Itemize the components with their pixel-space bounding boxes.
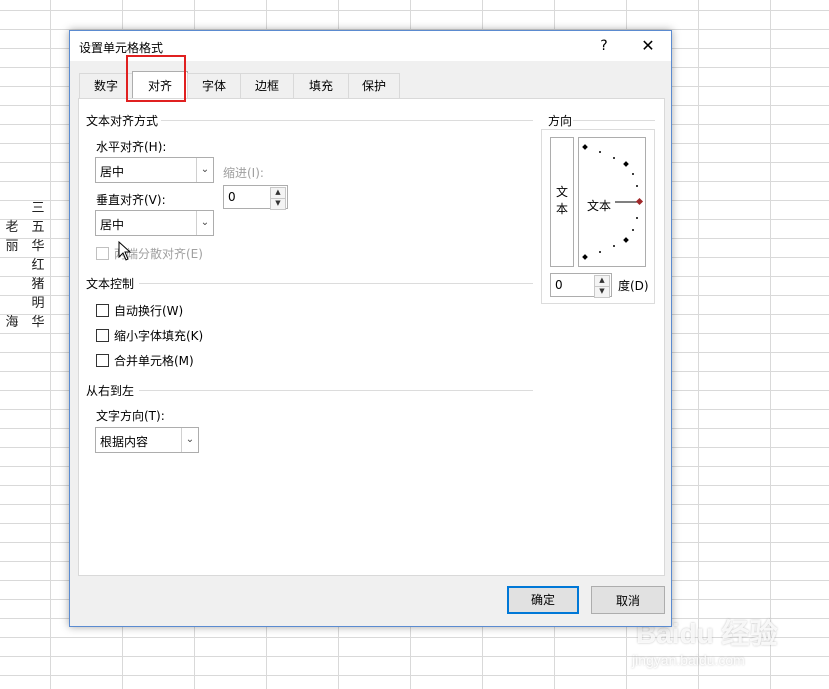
- rtl-group-label: 从右到左: [86, 384, 135, 398]
- tab-border[interactable]: 边框: [240, 73, 294, 98]
- sheet-col-a-cell[interactable]: [4, 256, 20, 275]
- spin-down-icon[interactable]: ▼: [594, 286, 610, 298]
- degree-spinner[interactable]: 0 ▲ ▼: [550, 273, 612, 298]
- group-divider: [573, 120, 655, 121]
- sheet-col-b-cell[interactable]: 三: [30, 199, 46, 218]
- text-direction-value: 根据内容: [100, 435, 149, 449]
- chevron-down-icon: ⌄: [196, 211, 213, 235]
- highlight-annotation: [126, 55, 186, 102]
- indent-spinner[interactable]: 0 ▲ ▼: [223, 185, 288, 210]
- sheet-col-b-cell[interactable]: 红: [30, 256, 46, 275]
- merge-cells-label: 合并单元格(M): [114, 354, 194, 368]
- distributed-checkbox[interactable]: [96, 247, 109, 260]
- text-alignment-group-label: 文本对齐方式: [86, 114, 159, 128]
- sheet-col-b-cell[interactable]: 明: [30, 294, 46, 313]
- degree-value: 0: [555, 278, 563, 292]
- chevron-down-icon: ⌄: [181, 428, 198, 452]
- vertical-align-value: 居中: [100, 218, 125, 232]
- tab-number[interactable]: 数字: [79, 73, 133, 98]
- sheet-col-b-cell[interactable]: 五: [30, 218, 46, 237]
- group-divider: [139, 283, 533, 284]
- degree-label: 度(D): [618, 279, 649, 293]
- shrink-to-fit-checkbox[interactable]: [96, 329, 109, 342]
- wrap-text-checkbox[interactable]: [96, 304, 109, 317]
- sheet-col-a-cell[interactable]: [4, 294, 20, 313]
- cancel-button[interactable]: 取消: [591, 586, 665, 614]
- ok-button[interactable]: 确定: [507, 586, 579, 614]
- sheet-col-a-cell[interactable]: 老: [4, 218, 20, 237]
- wrap-text-label: 自动换行(W): [114, 304, 184, 318]
- chevron-down-icon: ⌄: [196, 158, 213, 182]
- group-divider: [139, 390, 533, 391]
- format-cells-dialog: 设置单元格格式 ? ✕ 数字 对齐 字体 边框 填充 保护 文本对齐方式 水平对…: [69, 30, 672, 627]
- sheet-column-a: 老丽海: [4, 218, 20, 332]
- shrink-to-fit-label: 缩小字体填充(K): [114, 329, 204, 343]
- close-button[interactable]: ✕: [638, 36, 658, 56]
- indent-value: 0: [228, 190, 236, 204]
- mouse-cursor-icon: [118, 241, 132, 261]
- help-button[interactable]: ?: [594, 36, 614, 56]
- sheet-col-a-cell[interactable]: 海: [4, 313, 20, 332]
- horizontal-align-select[interactable]: 居中 ⌄: [95, 157, 214, 183]
- text-direction-select[interactable]: 根据内容 ⌄: [95, 427, 199, 453]
- alignment-panel: 文本对齐方式 水平对齐(H): 居中 ⌄ 缩进(I): 0 ▲ ▼ 垂直对齐(V…: [78, 98, 665, 576]
- orientation-group-label: 方向: [548, 114, 573, 128]
- sheet-col-a-cell[interactable]: [4, 275, 20, 294]
- vertical-text-button[interactable]: 文本: [550, 137, 574, 267]
- sheet-col-a-cell[interactable]: 丽: [4, 237, 20, 256]
- group-divider: [161, 120, 533, 121]
- sheet-col-b-cell[interactable]: 猪: [30, 275, 46, 294]
- tab-font[interactable]: 字体: [187, 73, 241, 98]
- dial-text-label: 文本: [587, 199, 612, 213]
- horizontal-align-label: 水平对齐(H):: [96, 140, 167, 154]
- orientation-dial[interactable]: 文本: [578, 137, 646, 267]
- sheet-col-b-cell[interactable]: 华: [30, 313, 46, 332]
- tab-fill[interactable]: 填充: [293, 73, 349, 98]
- dialog-title: 设置单元格格式: [79, 41, 164, 55]
- horizontal-align-value: 居中: [100, 165, 125, 179]
- vertical-align-label: 垂直对齐(V):: [96, 193, 166, 207]
- spin-down-icon[interactable]: ▼: [270, 198, 286, 210]
- merge-cells-checkbox[interactable]: [96, 354, 109, 367]
- tab-protection[interactable]: 保护: [348, 73, 400, 98]
- text-control-group-label: 文本控制: [86, 277, 135, 291]
- watermark-url: jingyan.baidu.com: [632, 652, 745, 668]
- vertical-align-select[interactable]: 居中 ⌄: [95, 210, 214, 236]
- vertical-text-label: 文本: [556, 185, 569, 216]
- indent-label: 缩进(I):: [223, 166, 264, 180]
- sheet-column-b: 三五华红猪明华: [30, 199, 46, 332]
- sheet-col-b-cell[interactable]: 华: [30, 237, 46, 256]
- text-direction-label: 文字方向(T):: [96, 409, 165, 423]
